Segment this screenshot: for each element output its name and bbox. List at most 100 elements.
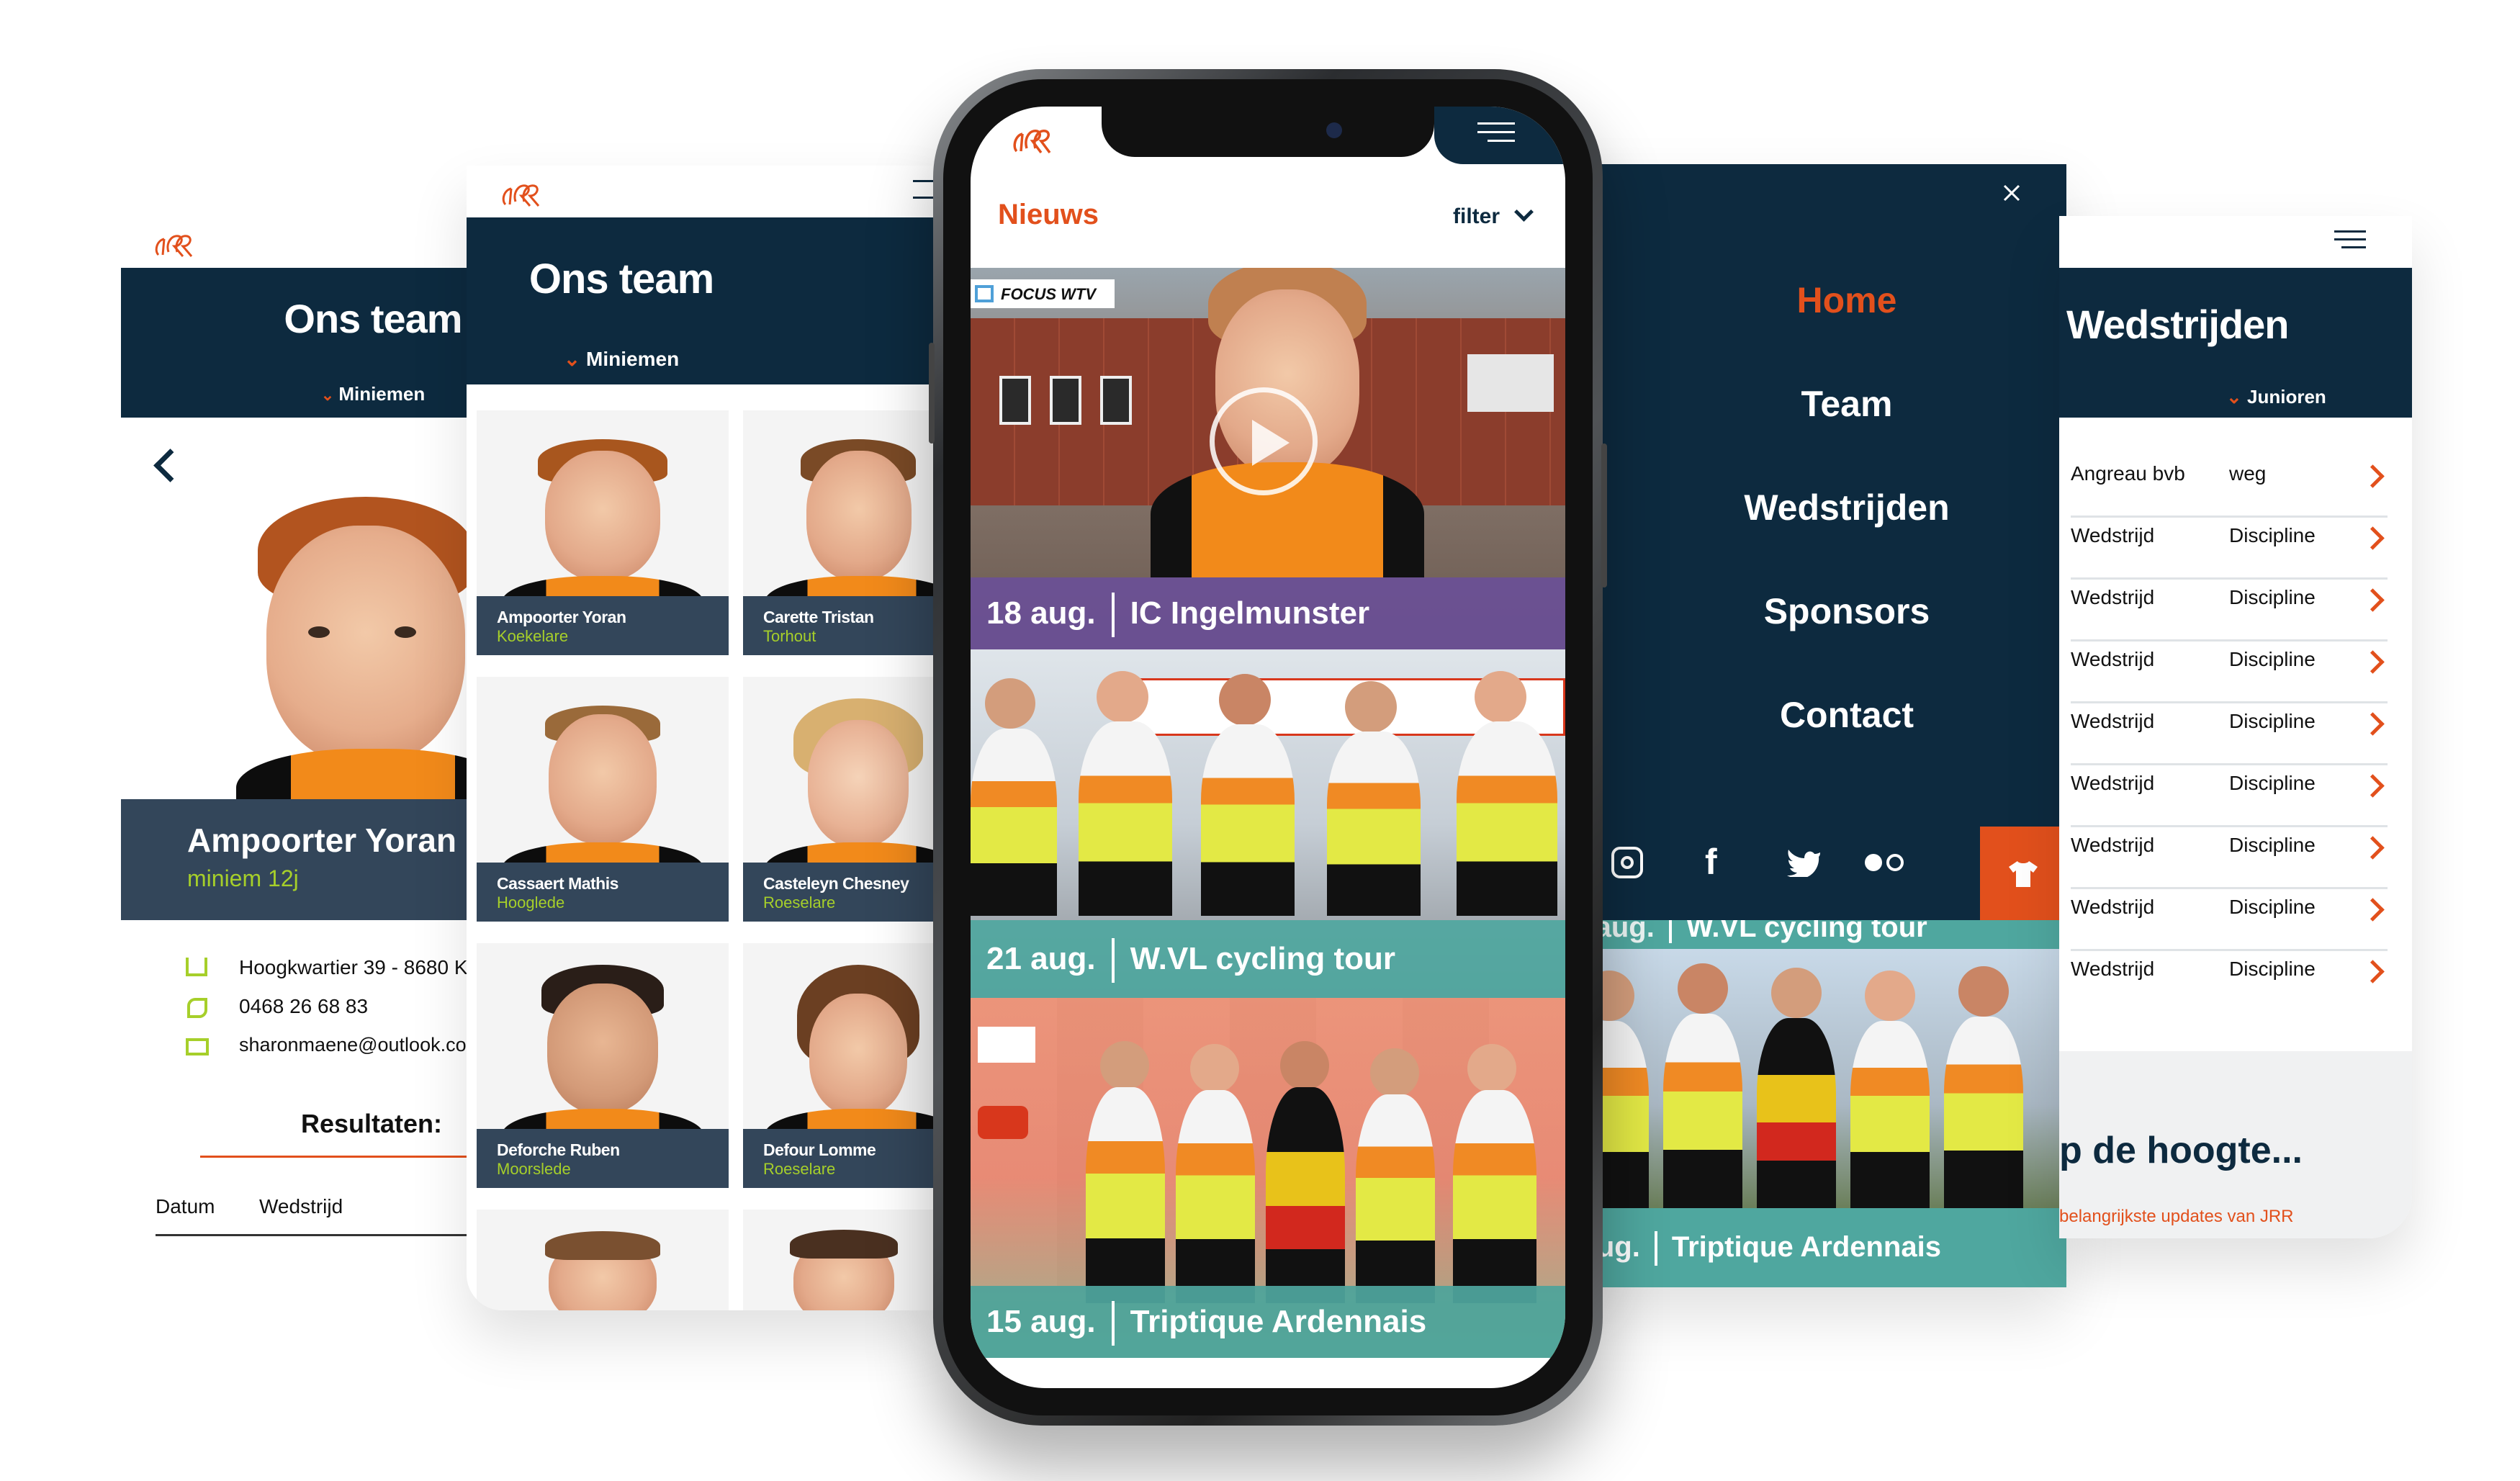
team-card[interactable]: Deforche Ruben Moorslede <box>477 943 729 1188</box>
menu-item-contact[interactable]: Contact <box>1555 694 2066 736</box>
rider-name-card: Ampoorter Yoran miniem 12j <box>121 799 510 920</box>
category-dropdown[interactable]: ⌄ Junioren <box>2226 386 2326 408</box>
menu-item-sponsors[interactable]: Sponsors <box>1555 590 2066 632</box>
category-dropdown[interactable]: ⌄ Miniemen <box>121 383 510 405</box>
close-icon[interactable] <box>1996 177 2028 209</box>
filter-label: filter <box>1453 204 1500 228</box>
filter-dropdown[interactable]: filter <box>1453 202 1534 229</box>
member-name: Casteleyn Chesney <box>763 874 909 893</box>
menu-screen: Home Team Wedstrijden Sponsors Contact f… <box>1555 164 2066 1287</box>
news-title: Triptique Ardennais <box>1130 1304 1427 1339</box>
chevron-right-icon <box>2361 898 2385 922</box>
news-item[interactable]: 15 aug. Triptique Ardennais <box>971 998 1565 1358</box>
race-row[interactable]: Wedstrijd Discipline <box>2071 577 2388 642</box>
team-card-label: Casteleyn Chesney Roeselare <box>743 863 942 922</box>
results-heading: Resultaten: <box>301 1109 443 1138</box>
race-name: Wedstrijd <box>2071 772 2155 794</box>
phone-screen: Nieuws filter FOCUS WTV 18 aug. IC Ingel… <box>971 107 1565 1388</box>
facebook-icon[interactable]: f <box>1705 841 1717 883</box>
menu-icon[interactable] <box>2334 230 2366 249</box>
race-discipline: Discipline <box>2229 896 2316 918</box>
email-text[interactable]: sharonmaene@outlook.com <box>239 1034 482 1056</box>
menu-icon[interactable] <box>913 180 935 199</box>
news-caption: 18 aug. IC Ingelmunster <box>971 577 1565 649</box>
member-name: Carette Tristan <box>763 608 874 626</box>
twitter-icon[interactable] <box>1786 848 1822 879</box>
race-row[interactable]: Angreau bvb weg <box>2071 454 2388 518</box>
menu-icon <box>1477 122 1515 144</box>
play-button[interactable] <box>1210 387 1318 495</box>
team-card-label: Carette Tristan Torhout <box>743 596 942 655</box>
member-city: Roeselare <box>763 893 836 911</box>
newsletter-panel: p de hoogte... belangrijkste updates van… <box>2059 1051 2412 1238</box>
team-card[interactable]: Casteleyn Chesney Roeselare <box>743 677 942 922</box>
phone-text[interactable]: 0468 26 68 83 <box>239 995 368 1018</box>
races-screen: Wedstrijden ⌄ Junioren Angreau bvb weg W… <box>2059 216 2412 1238</box>
team-card[interactable]: Carette Tristan Torhout <box>743 410 942 655</box>
profile-screen: Ons team ⌄ Miniemen Ampoorter Yoran mini… <box>121 216 510 1238</box>
race-discipline: Discipline <box>2229 648 2316 670</box>
team-card[interactable]: Cassaert Mathis Hooglede <box>477 677 729 922</box>
rider-name: Ampoorter Yoran <box>187 821 457 859</box>
page-title: Wedstrijden <box>2066 302 2289 347</box>
menu-button[interactable] <box>1434 107 1565 164</box>
member-name: Deforche Ruben <box>497 1140 620 1159</box>
race-row[interactable]: Wedstrijd Discipline <box>2071 639 2388 703</box>
member-city: Roeselare <box>763 1160 836 1178</box>
app-logo[interactable] <box>153 230 196 259</box>
news-item[interactable]: FOCUS WTV 18 aug. IC Ingelmunster <box>971 268 1565 649</box>
team-card[interactable] <box>743 1210 942 1310</box>
race-name: Wedstrijd <box>2071 710 2155 732</box>
chevron-down-icon: ⌄ <box>320 386 339 404</box>
member-city: Koekelare <box>497 627 569 645</box>
play-icon <box>1252 420 1290 466</box>
app-logo[interactable] <box>500 179 543 209</box>
news-photo[interactable]: 21 aug.W.VL cycling tour 15 aug.Triptiqu… <box>1555 920 2066 1287</box>
race-row[interactable]: Wedstrijd Discipline <box>2071 516 2388 580</box>
team-card[interactable]: Defour Lomme Roeselare <box>743 943 942 1188</box>
phone-side-button <box>1601 444 1607 588</box>
race-row[interactable]: Wedstrijd Discipline <box>2071 825 2388 889</box>
race-name: Angreau bvb <box>2071 462 2185 485</box>
category-dropdown[interactable]: ⌄ Miniemen <box>467 347 755 371</box>
menu-item-home[interactable]: Home <box>1555 279 2066 321</box>
phone-frame: Nieuws filter FOCUS WTV 18 aug. IC Ingel… <box>929 69 1607 1426</box>
news-item[interactable]: 21 aug. W.VL cycling tour <box>971 649 1565 998</box>
news-title: IC Ingelmunster <box>1130 595 1370 631</box>
menu-item-team[interactable]: Team <box>1555 383 2066 425</box>
team-card-label: Defour Lomme Roeselare <box>743 1129 942 1188</box>
page-title: Ons team <box>284 296 462 341</box>
news-date: 15 aug. <box>986 1304 1096 1339</box>
menu-item-races[interactable]: Wedstrijden <box>1555 487 2066 528</box>
team-card[interactable]: Ampoorter Yoran Koekelare <box>477 410 729 655</box>
news-date: 18 aug. <box>986 595 1096 631</box>
member-name: Ampoorter Yoran <box>497 608 626 626</box>
results-row-line <box>156 1234 510 1236</box>
app-logo[interactable] <box>1011 122 1057 156</box>
chevron-right-icon <box>2361 712 2385 736</box>
race-discipline: Discipline <box>2229 958 2316 980</box>
header-bar: Ons team ⌄ Miniemen <box>121 268 510 418</box>
race-row[interactable]: Wedstrijd Discipline <box>2071 763 2388 827</box>
instagram-icon[interactable] <box>1611 847 1643 878</box>
chevron-left-icon[interactable] <box>153 449 187 482</box>
chevron-right-icon <box>2361 588 2385 612</box>
race-name: Wedstrijd <box>2071 586 2155 608</box>
team-card-label: Deforche Ruben Moorslede <box>477 1129 729 1188</box>
chevron-right-icon <box>2361 650 2385 674</box>
race-row[interactable]: Wedstrijd Discipline <box>2071 949 2388 1011</box>
shop-button[interactable] <box>1980 827 2066 920</box>
news-caption: 15 aug.Triptique Ardennais <box>1555 1215 2066 1280</box>
team-card-label: Cassaert Mathis Hooglede <box>477 863 729 922</box>
news-caption: 15 aug. Triptique Ardennais <box>971 1286 1565 1358</box>
mail-icon <box>186 1038 209 1055</box>
race-discipline: Discipline <box>2229 586 2316 608</box>
team-card[interactable] <box>477 1210 729 1310</box>
results-col-date: Datum <box>156 1195 215 1217</box>
flickr-icon[interactable] <box>1865 854 1905 873</box>
member-city: Torhout <box>763 627 816 645</box>
race-row[interactable]: Wedstrijd Discipline <box>2071 887 2388 951</box>
results-divider <box>200 1156 510 1158</box>
race-row[interactable]: Wedstrijd Discipline <box>2071 701 2388 765</box>
news-caption: 21 aug. W.VL cycling tour <box>971 920 1565 998</box>
